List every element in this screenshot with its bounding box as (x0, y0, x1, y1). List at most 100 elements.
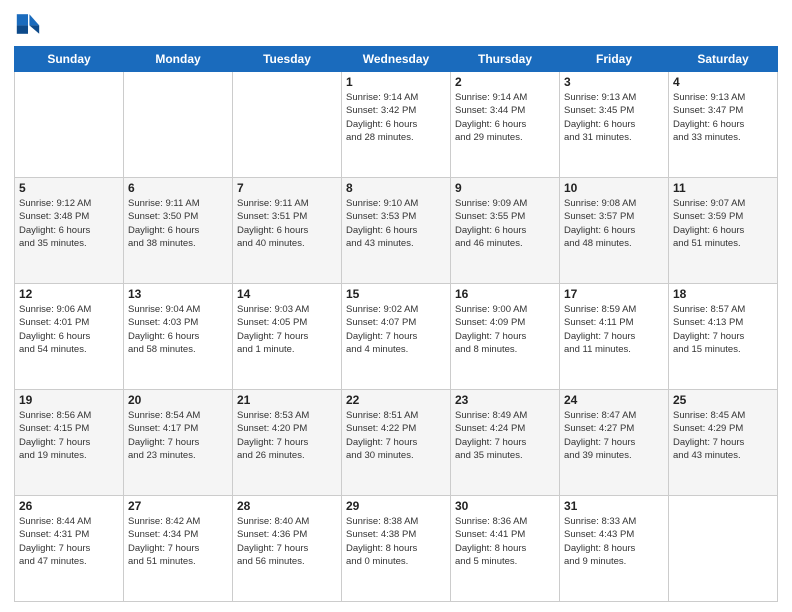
calendar-cell: 14 Sunrise: 9:03 AM Sunset: 4:05 PM Dayli… (233, 284, 342, 390)
weekday-header: Wednesday (342, 47, 451, 72)
day-number: 15 (346, 287, 446, 301)
calendar-week-row: 1 Sunrise: 9:14 AM Sunset: 3:42 PM Daylig… (15, 72, 778, 178)
day-info: Sunrise: 8:36 AM Sunset: 4:41 PM Dayligh… (455, 515, 555, 568)
calendar-cell: 17 Sunrise: 8:59 AM Sunset: 4:11 PM Dayli… (560, 284, 669, 390)
day-number: 2 (455, 75, 555, 89)
calendar-cell: 2 Sunrise: 9:14 AM Sunset: 3:44 PM Daylig… (451, 72, 560, 178)
day-info: Sunrise: 9:07 AM Sunset: 3:59 PM Dayligh… (673, 197, 773, 250)
day-info: Sunrise: 8:54 AM Sunset: 4:17 PM Dayligh… (128, 409, 228, 462)
day-info: Sunrise: 9:10 AM Sunset: 3:53 PM Dayligh… (346, 197, 446, 250)
day-info: Sunrise: 8:40 AM Sunset: 4:36 PM Dayligh… (237, 515, 337, 568)
calendar-cell: 29 Sunrise: 8:38 AM Sunset: 4:38 PM Dayli… (342, 496, 451, 602)
calendar-cell: 18Sunrise: 8:57 AM Sunset: 4:13 PM Dayli… (669, 284, 778, 390)
day-info: Sunrise: 8:49 AM Sunset: 4:24 PM Dayligh… (455, 409, 555, 462)
calendar-week-row: 26Sunrise: 8:44 AM Sunset: 4:31 PM Dayli… (15, 496, 778, 602)
calendar-cell: 25 Sunrise: 8:45 AM Sunset: 4:29 PM Dayli… (669, 390, 778, 496)
weekday-header: Saturday (669, 47, 778, 72)
day-number: 29 (346, 499, 446, 513)
calendar-cell: 5 Sunrise: 9:12 AM Sunset: 3:48 PM Daylig… (15, 178, 124, 284)
day-info: Sunrise: 9:00 AM Sunset: 4:09 PM Dayligh… (455, 303, 555, 356)
day-info: Sunrise: 8:59 AM Sunset: 4:11 PM Dayligh… (564, 303, 664, 356)
calendar-cell (124, 72, 233, 178)
day-info: Sunrise: 8:56 AM Sunset: 4:15 PM Dayligh… (19, 409, 119, 462)
logo-icon (14, 10, 42, 38)
day-number: 3 (564, 75, 664, 89)
weekday-row: SundayMondayTuesdayWednesdayThursdayFrid… (15, 47, 778, 72)
calendar-cell (15, 72, 124, 178)
weekday-header: Sunday (15, 47, 124, 72)
calendar-header: SundayMondayTuesdayWednesdayThursdayFrid… (15, 47, 778, 72)
logo (14, 10, 46, 38)
calendar-cell: 12 Sunrise: 9:06 AM Sunset: 4:01 PM Dayli… (15, 284, 124, 390)
day-info: Sunrise: 9:09 AM Sunset: 3:55 PM Dayligh… (455, 197, 555, 250)
day-number: 9 (455, 181, 555, 195)
day-info: Sunrise: 9:13 AM Sunset: 3:47 PM Dayligh… (673, 91, 773, 144)
day-info: Sunrise: 9:14 AM Sunset: 3:44 PM Dayligh… (455, 91, 555, 144)
day-number: 4 (673, 75, 773, 89)
day-number: 20 (128, 393, 228, 407)
calendar-week-row: 19Sunrise: 8:56 AM Sunset: 4:15 PM Dayli… (15, 390, 778, 496)
day-info: Sunrise: 9:14 AM Sunset: 3:42 PM Dayligh… (346, 91, 446, 144)
calendar-cell: 7 Sunrise: 9:11 AM Sunset: 3:51 PM Daylig… (233, 178, 342, 284)
day-number: 14 (237, 287, 337, 301)
weekday-header: Tuesday (233, 47, 342, 72)
weekday-header: Thursday (451, 47, 560, 72)
day-info: Sunrise: 9:11 AM Sunset: 3:51 PM Dayligh… (237, 197, 337, 250)
day-number: 5 (19, 181, 119, 195)
day-info: Sunrise: 8:38 AM Sunset: 4:38 PM Dayligh… (346, 515, 446, 568)
calendar-table: SundayMondayTuesdayWednesdayThursdayFrid… (14, 46, 778, 602)
page: SundayMondayTuesdayWednesdayThursdayFrid… (0, 0, 792, 612)
day-number: 25 (673, 393, 773, 407)
calendar-cell: 30Sunrise: 8:36 AM Sunset: 4:41 PM Dayli… (451, 496, 560, 602)
weekday-header: Friday (560, 47, 669, 72)
calendar-cell: 6 Sunrise: 9:11 AM Sunset: 3:50 PM Daylig… (124, 178, 233, 284)
day-number: 1 (346, 75, 446, 89)
calendar-cell: 13 Sunrise: 9:04 AM Sunset: 4:03 PM Dayli… (124, 284, 233, 390)
day-number: 24 (564, 393, 664, 407)
calendar-week-row: 5 Sunrise: 9:12 AM Sunset: 3:48 PM Daylig… (15, 178, 778, 284)
calendar-cell: 23 Sunrise: 8:49 AM Sunset: 4:24 PM Dayli… (451, 390, 560, 496)
day-number: 27 (128, 499, 228, 513)
day-info: Sunrise: 9:11 AM Sunset: 3:50 PM Dayligh… (128, 197, 228, 250)
day-info: Sunrise: 8:51 AM Sunset: 4:22 PM Dayligh… (346, 409, 446, 462)
day-info: Sunrise: 8:33 AM Sunset: 4:43 PM Dayligh… (564, 515, 664, 568)
day-number: 10 (564, 181, 664, 195)
calendar-cell: 8 Sunrise: 9:10 AM Sunset: 3:53 PM Daylig… (342, 178, 451, 284)
day-number: 6 (128, 181, 228, 195)
day-number: 7 (237, 181, 337, 195)
day-info: Sunrise: 9:12 AM Sunset: 3:48 PM Dayligh… (19, 197, 119, 250)
calendar-cell: 22 Sunrise: 8:51 AM Sunset: 4:22 PM Dayli… (342, 390, 451, 496)
day-number: 17 (564, 287, 664, 301)
day-info: Sunrise: 8:53 AM Sunset: 4:20 PM Dayligh… (237, 409, 337, 462)
calendar-week-row: 12 Sunrise: 9:06 AM Sunset: 4:01 PM Dayli… (15, 284, 778, 390)
day-number: 31 (564, 499, 664, 513)
calendar-cell: 20 Sunrise: 8:54 AM Sunset: 4:17 PM Dayli… (124, 390, 233, 496)
calendar-body: 1 Sunrise: 9:14 AM Sunset: 3:42 PM Daylig… (15, 72, 778, 602)
day-info: Sunrise: 9:13 AM Sunset: 3:45 PM Dayligh… (564, 91, 664, 144)
day-info: Sunrise: 9:02 AM Sunset: 4:07 PM Dayligh… (346, 303, 446, 356)
day-info: Sunrise: 9:03 AM Sunset: 4:05 PM Dayligh… (237, 303, 337, 356)
day-info: Sunrise: 9:04 AM Sunset: 4:03 PM Dayligh… (128, 303, 228, 356)
calendar-cell: 11Sunrise: 9:07 AM Sunset: 3:59 PM Dayli… (669, 178, 778, 284)
header (14, 10, 778, 38)
calendar-cell (233, 72, 342, 178)
calendar-cell: 31 Sunrise: 8:33 AM Sunset: 4:43 PM Dayli… (560, 496, 669, 602)
day-number: 16 (455, 287, 555, 301)
day-info: Sunrise: 9:06 AM Sunset: 4:01 PM Dayligh… (19, 303, 119, 356)
day-number: 21 (237, 393, 337, 407)
calendar-cell: 28Sunrise: 8:40 AM Sunset: 4:36 PM Dayli… (233, 496, 342, 602)
calendar-cell: 19Sunrise: 8:56 AM Sunset: 4:15 PM Dayli… (15, 390, 124, 496)
day-number: 23 (455, 393, 555, 407)
day-info: Sunrise: 8:47 AM Sunset: 4:27 PM Dayligh… (564, 409, 664, 462)
day-number: 13 (128, 287, 228, 301)
calendar-cell: 4 Sunrise: 9:13 AM Sunset: 3:47 PM Daylig… (669, 72, 778, 178)
calendar-cell: 9 Sunrise: 9:09 AM Sunset: 3:55 PM Daylig… (451, 178, 560, 284)
calendar-cell: 15 Sunrise: 9:02 AM Sunset: 4:07 PM Dayli… (342, 284, 451, 390)
day-number: 12 (19, 287, 119, 301)
day-number: 8 (346, 181, 446, 195)
day-number: 22 (346, 393, 446, 407)
day-info: Sunrise: 8:57 AM Sunset: 4:13 PM Dayligh… (673, 303, 773, 356)
calendar-cell: 27Sunrise: 8:42 AM Sunset: 4:34 PM Dayli… (124, 496, 233, 602)
calendar-cell: 26Sunrise: 8:44 AM Sunset: 4:31 PM Dayli… (15, 496, 124, 602)
day-info: Sunrise: 8:45 AM Sunset: 4:29 PM Dayligh… (673, 409, 773, 462)
